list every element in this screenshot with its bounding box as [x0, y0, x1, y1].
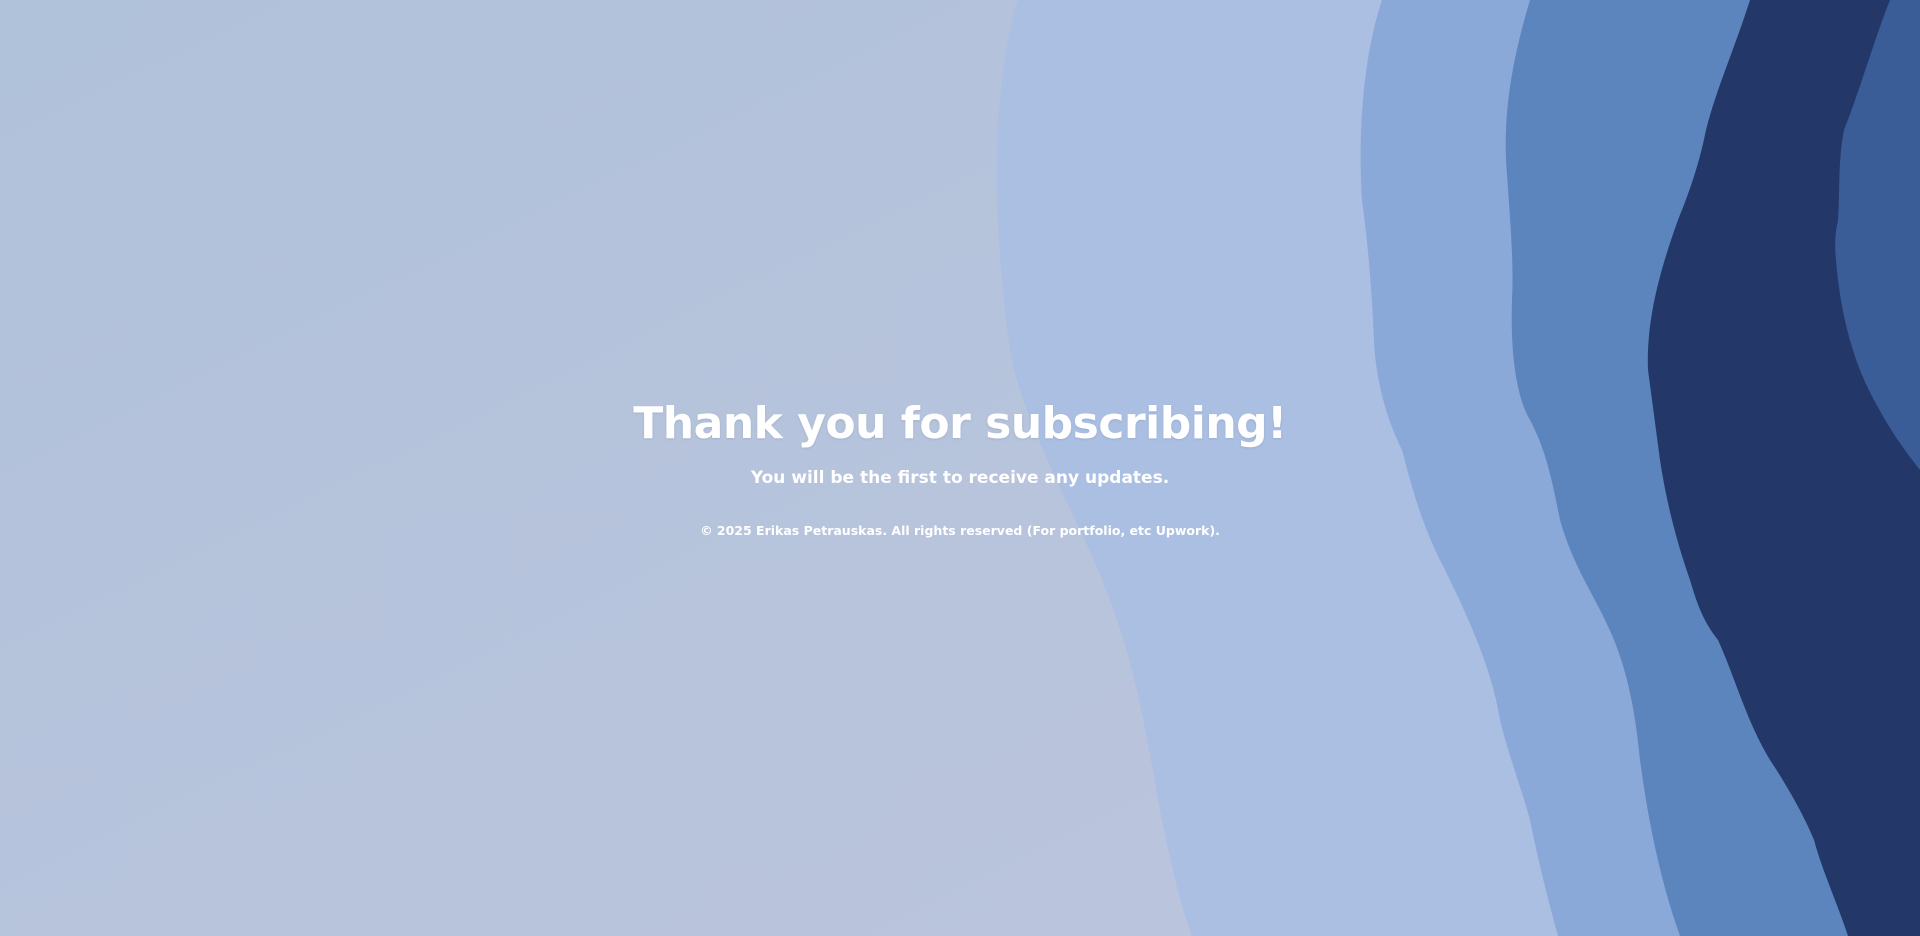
- copyright-footer: © 2025 Erikas Petrauskas. All rights res…: [700, 523, 1220, 538]
- page-title: Thank you for subscribing!: [633, 398, 1287, 449]
- confirmation-message: You will be the first to receive any upd…: [750, 468, 1170, 488]
